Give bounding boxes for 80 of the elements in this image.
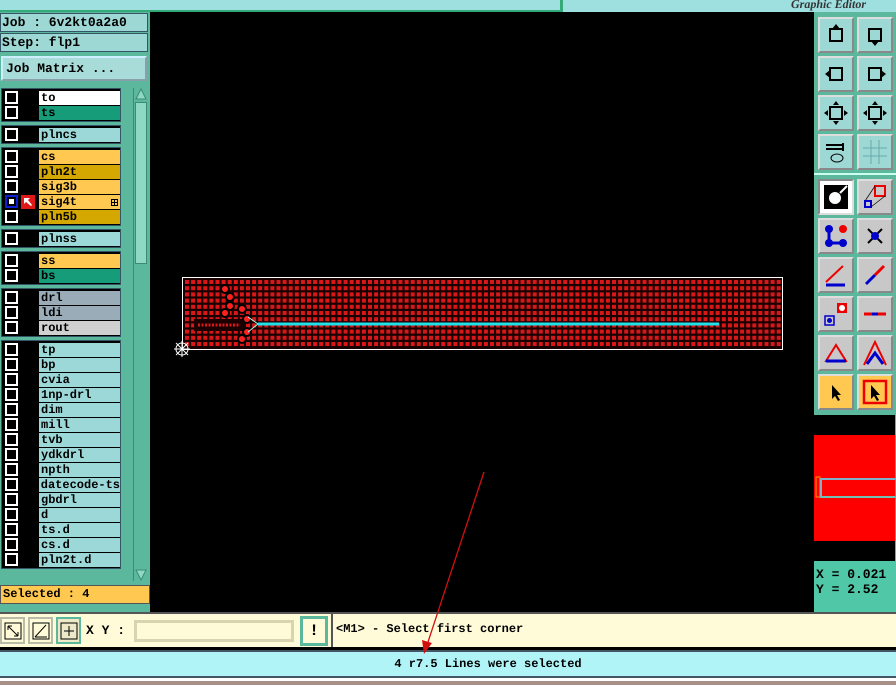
layer-name[interactable]: plnss xyxy=(39,232,120,246)
status-bar: 4 r7.5 Lines were selected xyxy=(0,650,896,678)
layer-name[interactable]: npth xyxy=(39,462,120,476)
select-tool-button[interactable] xyxy=(857,374,893,410)
scroll-down-icon[interactable] xyxy=(135,569,147,581)
layer-name[interactable]: tvb xyxy=(39,432,120,446)
layer-name[interactable]: ts.d xyxy=(39,522,120,536)
layer-name[interactable]: pln2t xyxy=(39,164,120,178)
box-arrows-in-icon xyxy=(862,100,888,126)
angle-icon xyxy=(32,622,50,640)
step-label: Step: flp1 xyxy=(0,33,148,52)
view-tool-button[interactable] xyxy=(857,95,893,131)
edit-tool-button[interactable] xyxy=(857,179,893,215)
layer-name[interactable]: to xyxy=(39,90,120,104)
view-tool-button[interactable] xyxy=(857,17,893,53)
connected-dots-icon xyxy=(823,223,849,249)
horizontal-line-icon xyxy=(862,311,888,317)
layer-name[interactable]: cs xyxy=(39,150,120,164)
layer-name[interactable]: 1np-drl xyxy=(39,388,120,402)
select-tool-button[interactable] xyxy=(818,374,854,410)
pointer-box-icon xyxy=(862,379,888,405)
layer-name[interactable]: gbdrl xyxy=(39,492,120,506)
exclaim-button[interactable]: ! xyxy=(300,616,328,646)
view-tool-button[interactable] xyxy=(818,134,854,170)
layer-name[interactable]: ydkdrl xyxy=(39,448,120,462)
view-tool-button[interactable] xyxy=(818,17,854,53)
layer-name[interactable]: ss xyxy=(39,254,120,268)
grid-icon xyxy=(862,139,888,165)
command-tool-button[interactable] xyxy=(28,617,53,644)
layer-name[interactable]: dim xyxy=(39,402,120,416)
edit-tool-button[interactable] xyxy=(857,257,893,293)
layer-name[interactable]: datecode-ts xyxy=(38,478,120,492)
scrollbar-thumb[interactable] xyxy=(135,102,147,264)
edit-tool-button[interactable] xyxy=(818,335,854,371)
edit-tool-button[interactable] xyxy=(818,179,854,215)
box-arrows-out-icon xyxy=(823,100,849,126)
layer-name[interactable]: cs.d xyxy=(39,538,120,552)
command-tool-button[interactable] xyxy=(0,617,25,644)
squares-link-icon xyxy=(862,184,888,210)
origin-crosshair-icon xyxy=(173,340,191,358)
layer-name[interactable]: bp xyxy=(39,358,120,372)
xy-input-field[interactable] xyxy=(134,620,294,642)
layer-name[interactable]: d xyxy=(39,508,120,522)
edit-tool-button[interactable] xyxy=(818,296,854,332)
xy-label: X Y : xyxy=(86,623,126,638)
edit-tool-button[interactable] xyxy=(857,335,893,371)
layer-name[interactable]: tp xyxy=(39,342,120,356)
edit-tool-button[interactable] xyxy=(818,218,854,254)
layer-checkbox[interactable] xyxy=(5,195,18,208)
y-coordinate: Y = 2.52 xyxy=(816,582,880,597)
layer-name[interactable]: bs xyxy=(39,268,120,282)
plus-box-icon xyxy=(111,199,118,206)
layer-name[interactable]: ldi xyxy=(39,306,120,320)
selected-count: Selected : 4 xyxy=(0,585,150,604)
layer-name[interactable]: ts xyxy=(39,106,120,120)
square-offset-icon xyxy=(823,301,849,327)
command-tool-button[interactable] xyxy=(56,617,81,644)
edit-tool-button[interactable] xyxy=(857,218,893,254)
scroll-up-icon[interactable] xyxy=(135,88,147,100)
layer-name[interactable]: sig4t xyxy=(39,194,120,208)
circle-square-icon xyxy=(823,184,849,210)
view-tool-button[interactable] xyxy=(818,56,854,92)
edit-tool-button[interactable] xyxy=(818,257,854,293)
layer-name[interactable]: pln2t.d xyxy=(39,552,120,566)
layer-name[interactable]: mill xyxy=(39,418,120,432)
job-label: Job : 6v2kt0a2a0 xyxy=(0,13,148,32)
layer-name[interactable]: plncs xyxy=(39,128,120,142)
diagonal-line-icon xyxy=(862,262,888,288)
layer-name[interactable]: sig3b xyxy=(39,180,120,194)
view-tool-button[interactable] xyxy=(857,56,893,92)
layer-name[interactable]: pln5b xyxy=(39,210,120,224)
double-chevron-icon xyxy=(862,340,888,366)
window-grid-icon xyxy=(60,622,78,640)
layer-name[interactable]: cvia xyxy=(39,372,120,386)
layer-name[interactable]: drl xyxy=(39,290,120,304)
x-coordinate: X = 0.021 xyxy=(816,567,888,582)
job-matrix-button[interactable]: Job Matrix ... xyxy=(1,56,147,81)
view-tool-button[interactable] xyxy=(818,95,854,131)
layer-name[interactable]: rout xyxy=(39,320,120,334)
window-title: Graphic Editor xyxy=(790,0,866,11)
